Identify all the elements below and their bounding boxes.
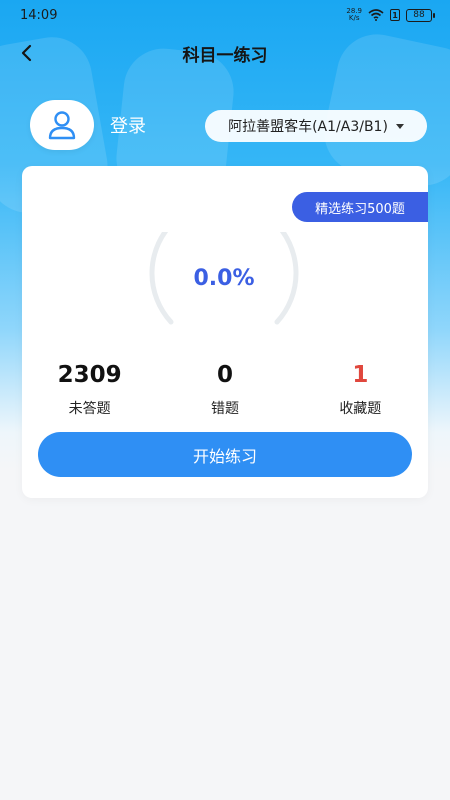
stat-unanswered[interactable]: 2309 未答题 — [22, 362, 157, 418]
battery-icon: 88 — [406, 8, 435, 22]
status-bar: 14:09 28.9 K/s 1 88 — [0, 0, 450, 30]
stat-value: 0 — [216, 362, 233, 388]
progress-percentage: 0.0% — [193, 266, 255, 291]
stat-value: 2309 — [57, 362, 122, 388]
status-time: 14:09 — [20, 7, 58, 23]
login-link[interactable]: 登录 — [110, 112, 146, 138]
vehicle-type-selector[interactable]: 阿拉善盟客车(A1/A3/B1) — [205, 110, 427, 142]
stat-label: 未答题 — [68, 401, 111, 417]
stats-row: 2309 未答题 0 错题 1 收藏题 — [22, 362, 428, 418]
status-icons: 28.9 K/s 1 88 — [346, 7, 435, 22]
progress-gauge: 0.0% — [147, 198, 301, 342]
user-login-area[interactable]: 登录 — [30, 100, 146, 150]
top-navigation-bar: 科目一练习 — [0, 30, 450, 76]
back-button[interactable] — [12, 38, 42, 68]
featured-practice-badge[interactable]: 精选练习500题 — [292, 192, 428, 222]
chevron-left-icon — [21, 44, 32, 62]
practice-card: 精选练习500题 0.0% 2309 未答题 0 错题 1 收藏题 开始练习 — [22, 166, 428, 498]
vehicle-type-label: 阿拉善盟客车(A1/A3/B1) — [228, 119, 388, 135]
wifi-icon — [368, 9, 384, 21]
page-title: 科目一练习 — [182, 45, 268, 66]
stat-label: 错题 — [210, 401, 239, 417]
user-icon — [48, 111, 76, 140]
stat-value: 1 — [352, 362, 369, 388]
sim-badge: 1 — [390, 9, 400, 21]
stat-wrong[interactable]: 0 错题 — [157, 362, 292, 418]
avatar[interactable] — [30, 100, 94, 150]
network-speed: 28.9 K/s — [346, 7, 362, 22]
stat-favorites[interactable]: 1 收藏题 — [293, 362, 428, 418]
stat-label: 收藏题 — [339, 401, 382, 417]
start-practice-button[interactable]: 开始练习 — [38, 432, 412, 477]
caret-down-icon — [395, 123, 404, 129]
